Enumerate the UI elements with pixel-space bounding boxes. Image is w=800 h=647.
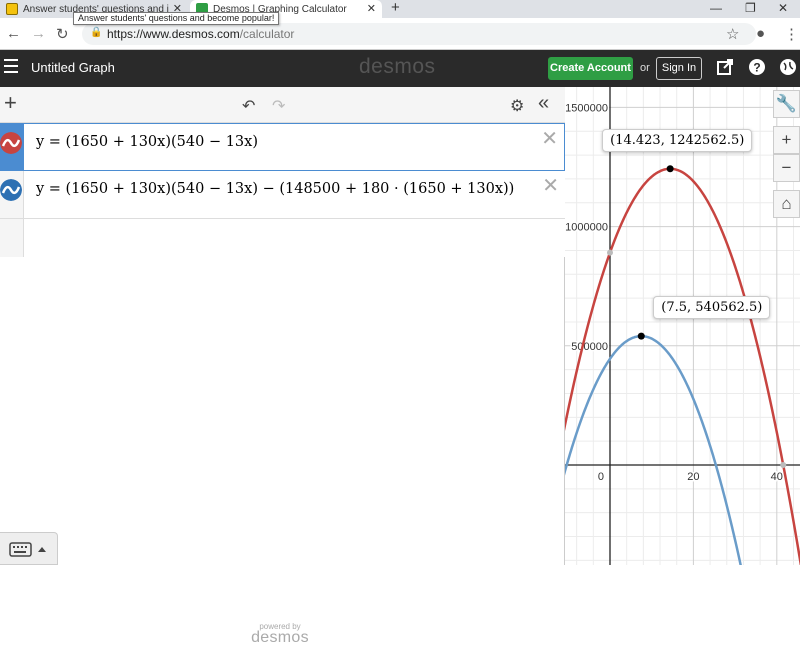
- graph-paper[interactable]: 1500000 1000000 500000 0 20 40 (14.423, 12425…: [565, 87, 800, 565]
- expression-row[interactable]: y = (1650 + 130x)(540 − 13x) ✕: [0, 123, 565, 171]
- expression-toolbar: + ↶ ↷ ⚙ «: [0, 87, 565, 123]
- red-max-point[interactable]: [666, 165, 674, 173]
- curve-color-icon[interactable]: [0, 179, 22, 201]
- reload-icon[interactable]: ↻: [56, 25, 69, 43]
- lock-icon: 🔒: [90, 27, 103, 38]
- home-zoom-icon[interactable]: ⌂: [773, 190, 800, 218]
- url-bar[interactable]: 🔒 https://www.desmos.com/calculator: [82, 23, 756, 45]
- settings-gear-icon[interactable]: ⚙: [510, 96, 524, 116]
- blue-max-point-label[interactable]: (7.5, 540562.5): [653, 296, 771, 320]
- y-tick-label: 1000000: [565, 222, 608, 234]
- zoom-out-icon[interactable]: −: [773, 154, 800, 182]
- y-intercept-point[interactable]: [607, 249, 613, 256]
- expression-gutter: [0, 171, 24, 218]
- expression-gutter: [0, 219, 24, 257]
- new-tab-icon[interactable]: +: [391, 0, 400, 16]
- forward-icon[interactable]: →: [31, 25, 46, 42]
- close-tab-icon[interactable]: ✕: [367, 2, 376, 15]
- zoom-in-icon[interactable]: +: [773, 126, 800, 154]
- url-text: https://www.desmos.com/calculator: [107, 27, 295, 41]
- y-tick-label: 500000: [571, 341, 608, 353]
- curve-color-icon[interactable]: [0, 132, 22, 154]
- blue-max-point[interactable]: [637, 332, 645, 340]
- x-tick-label: 20: [687, 471, 699, 483]
- keyboard-toggle-button[interactable]: [0, 532, 58, 565]
- restore-icon[interactable]: ❐: [745, 1, 756, 15]
- tab-tooltip: Answer students' questions and become po…: [73, 12, 280, 25]
- minimize-icon[interactable]: —: [710, 1, 722, 15]
- menu-dots-icon[interactable]: ⋮: [784, 25, 799, 43]
- share-icon[interactable]: [716, 58, 734, 76]
- y-tick-label: 1500000: [565, 102, 608, 114]
- hamburger-menu-icon[interactable]: [4, 59, 18, 73]
- powered-by-desmos: powered by desmos: [251, 622, 309, 646]
- back-icon[interactable]: ←: [6, 25, 21, 42]
- redo-icon[interactable]: ↷: [272, 96, 285, 116]
- expression-gutter: [0, 124, 24, 170]
- sign-in-button[interactable]: Sign In: [656, 57, 702, 80]
- collapse-panel-icon[interactable]: «: [538, 92, 549, 115]
- red-max-point-label[interactable]: (14.423, 1242562.5): [602, 128, 753, 152]
- expression-formula[interactable]: y = (1650 + 130x)(540 − 13x) − (148500 +…: [36, 181, 514, 197]
- keyboard-icon: [9, 542, 46, 557]
- graph-canvas[interactable]: 1500000 1000000 500000 0 20 40: [565, 87, 800, 565]
- expression-row[interactable]: y = (1650 + 130x)(540 − 13x) − (148500 +…: [0, 171, 565, 219]
- empty-expression-row[interactable]: [0, 219, 565, 257]
- blue-parabola-curve[interactable]: [565, 334, 750, 565]
- x-tick-label: 0: [598, 471, 604, 483]
- x-tick-label: 40: [771, 471, 783, 483]
- delete-expression-icon[interactable]: ✕: [541, 126, 558, 151]
- or-label: or: [640, 62, 650, 74]
- x-intercept-point[interactable]: [780, 462, 787, 468]
- undo-icon[interactable]: ↶: [242, 96, 255, 116]
- desmos-logo: desmos: [359, 55, 436, 78]
- help-icon[interactable]: ?: [748, 58, 766, 76]
- expression-panel: + ↶ ↷ ⚙ « y = (1650 + 130x)(540 − 13x) ✕…: [0, 87, 565, 646]
- bookmark-star-icon[interactable]: ☆: [726, 25, 739, 43]
- delete-expression-icon[interactable]: ✕: [542, 173, 559, 198]
- add-item-icon[interactable]: +: [4, 92, 17, 114]
- profile-icon[interactable]: ●: [756, 25, 765, 42]
- desmos-header: Untitled Graph desmos Create Account or …: [0, 50, 800, 87]
- graph-settings-wrench-icon[interactable]: 🔧: [773, 90, 800, 118]
- site-favicon-icon: [6, 3, 18, 15]
- globe-icon[interactable]: [779, 58, 797, 76]
- close-window-icon[interactable]: ✕: [778, 1, 788, 15]
- graph-title[interactable]: Untitled Graph: [31, 60, 115, 75]
- create-account-button[interactable]: Create Account: [548, 57, 633, 80]
- svg-text:?: ?: [753, 61, 760, 75]
- expression-formula[interactable]: y = (1650 + 130x)(540 − 13x): [36, 134, 258, 150]
